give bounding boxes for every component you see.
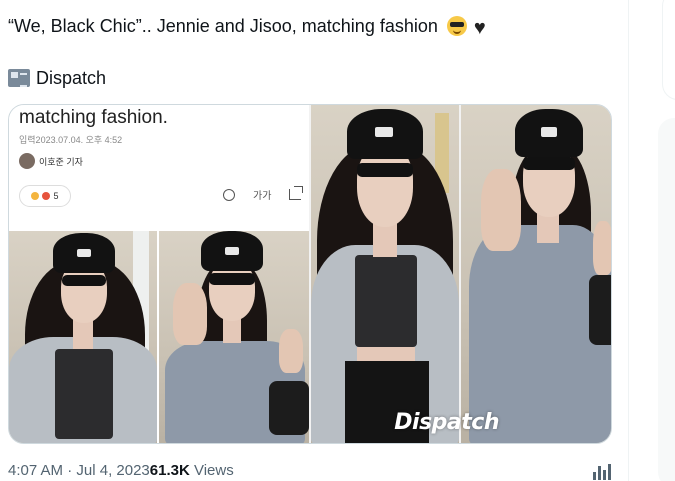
- sidebar-search-box[interactable]: [662, 0, 675, 100]
- reaction-emoji-icon: [31, 192, 40, 200]
- dispatch-watermark: Dispatch: [394, 410, 499, 435]
- article-screenshot[interactable]: matching fashion. 입력2023.07.04. 오후 4:52 …: [9, 105, 309, 443]
- reaction-count: 5: [53, 191, 59, 201]
- globe-icon: [223, 188, 235, 201]
- font-size-label: 가가: [253, 191, 272, 202]
- tweet-time[interactable]: 4:07 AM: [8, 462, 63, 479]
- source-label: Dispatch: [36, 68, 107, 88]
- tweet-media[interactable]: matching fashion. 입력2023.07.04. 오후 4:52 …: [8, 104, 612, 444]
- photo-jennie-small: [9, 231, 157, 443]
- photo-jisoo-small: [159, 231, 309, 443]
- source-line: Dispatch: [8, 66, 106, 90]
- newspaper-icon: [8, 69, 30, 87]
- article-tools: 가가: [223, 186, 304, 202]
- tweet-text: “We, Black Chic”.. Jennie and Jisoo, mat…: [8, 16, 438, 36]
- reporter-avatar: [19, 153, 35, 169]
- tweet-text-line: “We, Black Chic”.. Jennie and Jisoo, mat…: [8, 14, 486, 40]
- article-date: 입력2023.07.04. 오후 4:52: [19, 135, 123, 145]
- sunglasses-emoji-icon: [446, 16, 467, 36]
- article-title: matching fashion.: [19, 107, 168, 128]
- views-count: 61.3K: [149, 462, 190, 479]
- reaction-badge: 5: [19, 185, 71, 207]
- photo-jennie-large[interactable]: [311, 105, 459, 443]
- black-heart-icon: ♥: [473, 17, 486, 39]
- reporter-byline: 이호준 기자: [19, 153, 83, 169]
- photo-jisoo-large[interactable]: [461, 105, 611, 443]
- sidebar-panel: [658, 118, 675, 481]
- tweet-meta: 4:07 AM · Jul 4, 202361.3K Views: [8, 462, 234, 479]
- share-icon: [289, 186, 304, 200]
- meta-separator: ·: [63, 462, 77, 479]
- reaction-emoji-icon: [42, 192, 51, 200]
- reporter-name: 이호준 기자: [39, 156, 83, 167]
- analytics-icon[interactable]: [592, 462, 612, 480]
- views-label: Views: [189, 462, 234, 479]
- tweet-date[interactable]: Jul 4, 2023: [76, 462, 149, 479]
- column-divider: [628, 0, 629, 481]
